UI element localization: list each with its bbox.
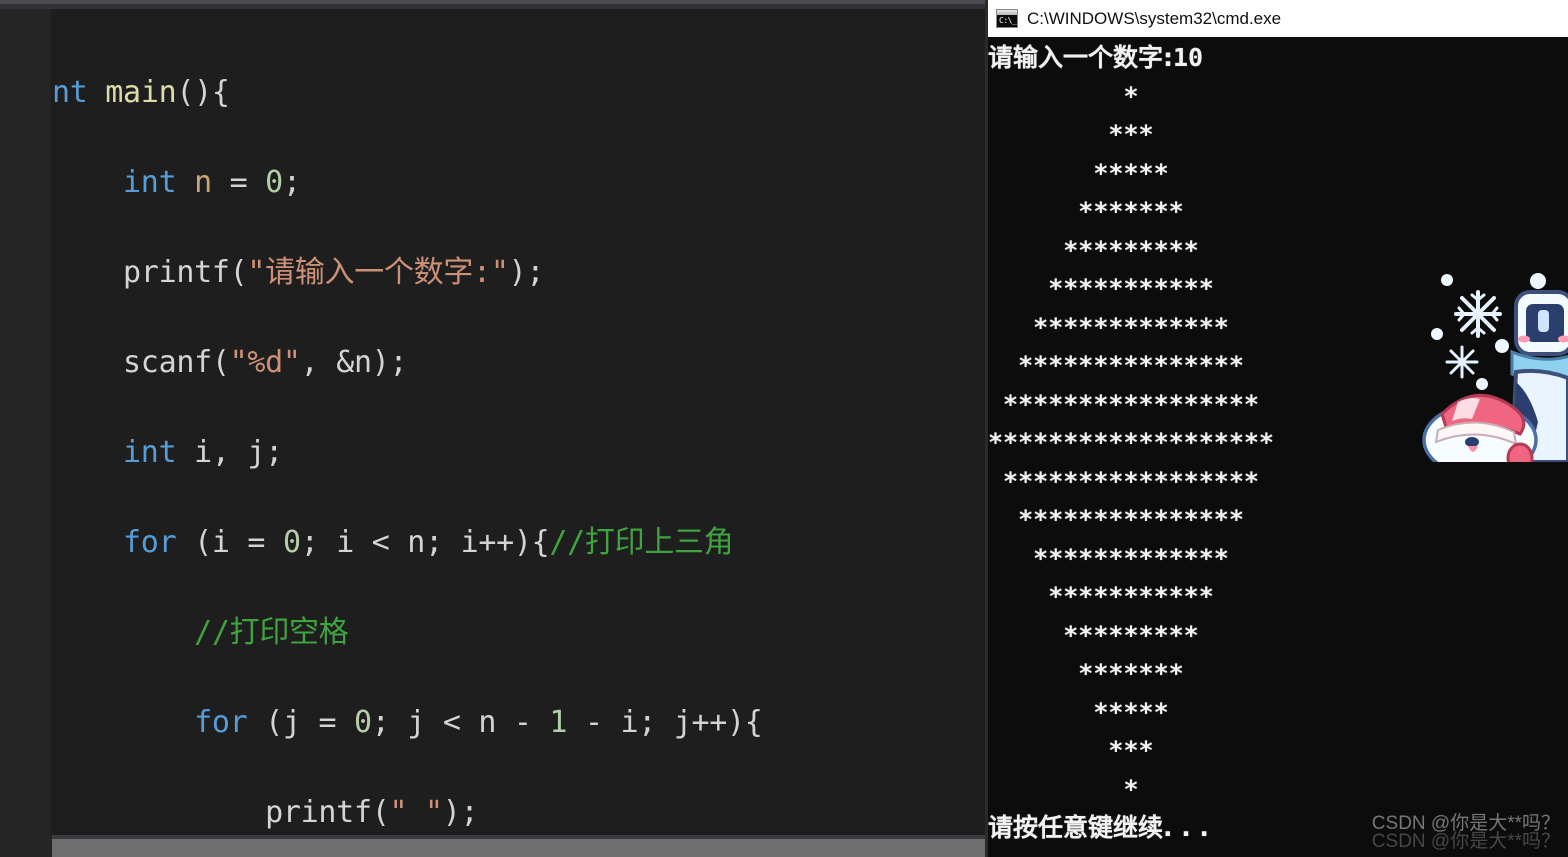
- cmd-icon-prompt: C:\_: [999, 16, 1017, 25]
- code-text-area[interactable]: nt main(){ int n = 0; printf("请输入一个数字:")…: [52, 9, 985, 835]
- editor-gutter: [0, 9, 50, 857]
- code-line: for (i = 0; i < n; i++){//打印上三角: [123, 525, 734, 560]
- cmd-console-window[interactable]: C:\_ C:\WINDOWS\system32\cmd.exe 请输入一个数字…: [985, 0, 1568, 857]
- editor-top-scrollbar[interactable]: [0, 0, 985, 9]
- code-editor-pane[interactable]: nt main(){ int n = 0; printf("请输入一个数字:")…: [0, 0, 985, 857]
- console-output-text: 请输入一个数字:10 * *** ***** ******* *********…: [988, 43, 1274, 842]
- console-title-bar[interactable]: C:\_ C:\WINDOWS\system32\cmd.exe: [988, 0, 1568, 37]
- screen-root: nt main(){ int n = 0; printf("请输入一个数字:")…: [0, 0, 1568, 857]
- editor-horizontal-scrollbar[interactable]: [52, 835, 985, 857]
- code-line: nt main(){: [52, 75, 230, 110]
- code-line: printf(" ");: [265, 795, 479, 830]
- code-line: int i, j;: [123, 435, 283, 470]
- editor-bottom-left-strip: [0, 835, 52, 857]
- console-title-text: C:\WINDOWS\system32\cmd.exe: [1027, 8, 1282, 28]
- code-line: int n = 0;: [123, 165, 301, 200]
- editor-horizontal-scrollbar-thumb[interactable]: [52, 839, 985, 857]
- code-line: printf("请输入一个数字:");: [123, 255, 545, 290]
- csdn-watermark: CSDN @你是大**吗？ CSDN @你是大**吗？: [1372, 813, 1560, 853]
- csdn-watermark-line-2: CSDN @你是大**吗？: [1371, 831, 1560, 852]
- code-line: scanf("%d", &n);: [123, 345, 408, 380]
- cmd-icon-titlebar: [997, 10, 1017, 15]
- cmd-icon: C:\_: [996, 9, 1018, 28]
- code-line: //打印空格: [194, 615, 349, 650]
- code-line: for (j = 0; j < n - 1 - i; j++){: [194, 705, 763, 740]
- console-output-area[interactable]: 请输入一个数字:10 * *** ***** ******* *********…: [988, 37, 1568, 857]
